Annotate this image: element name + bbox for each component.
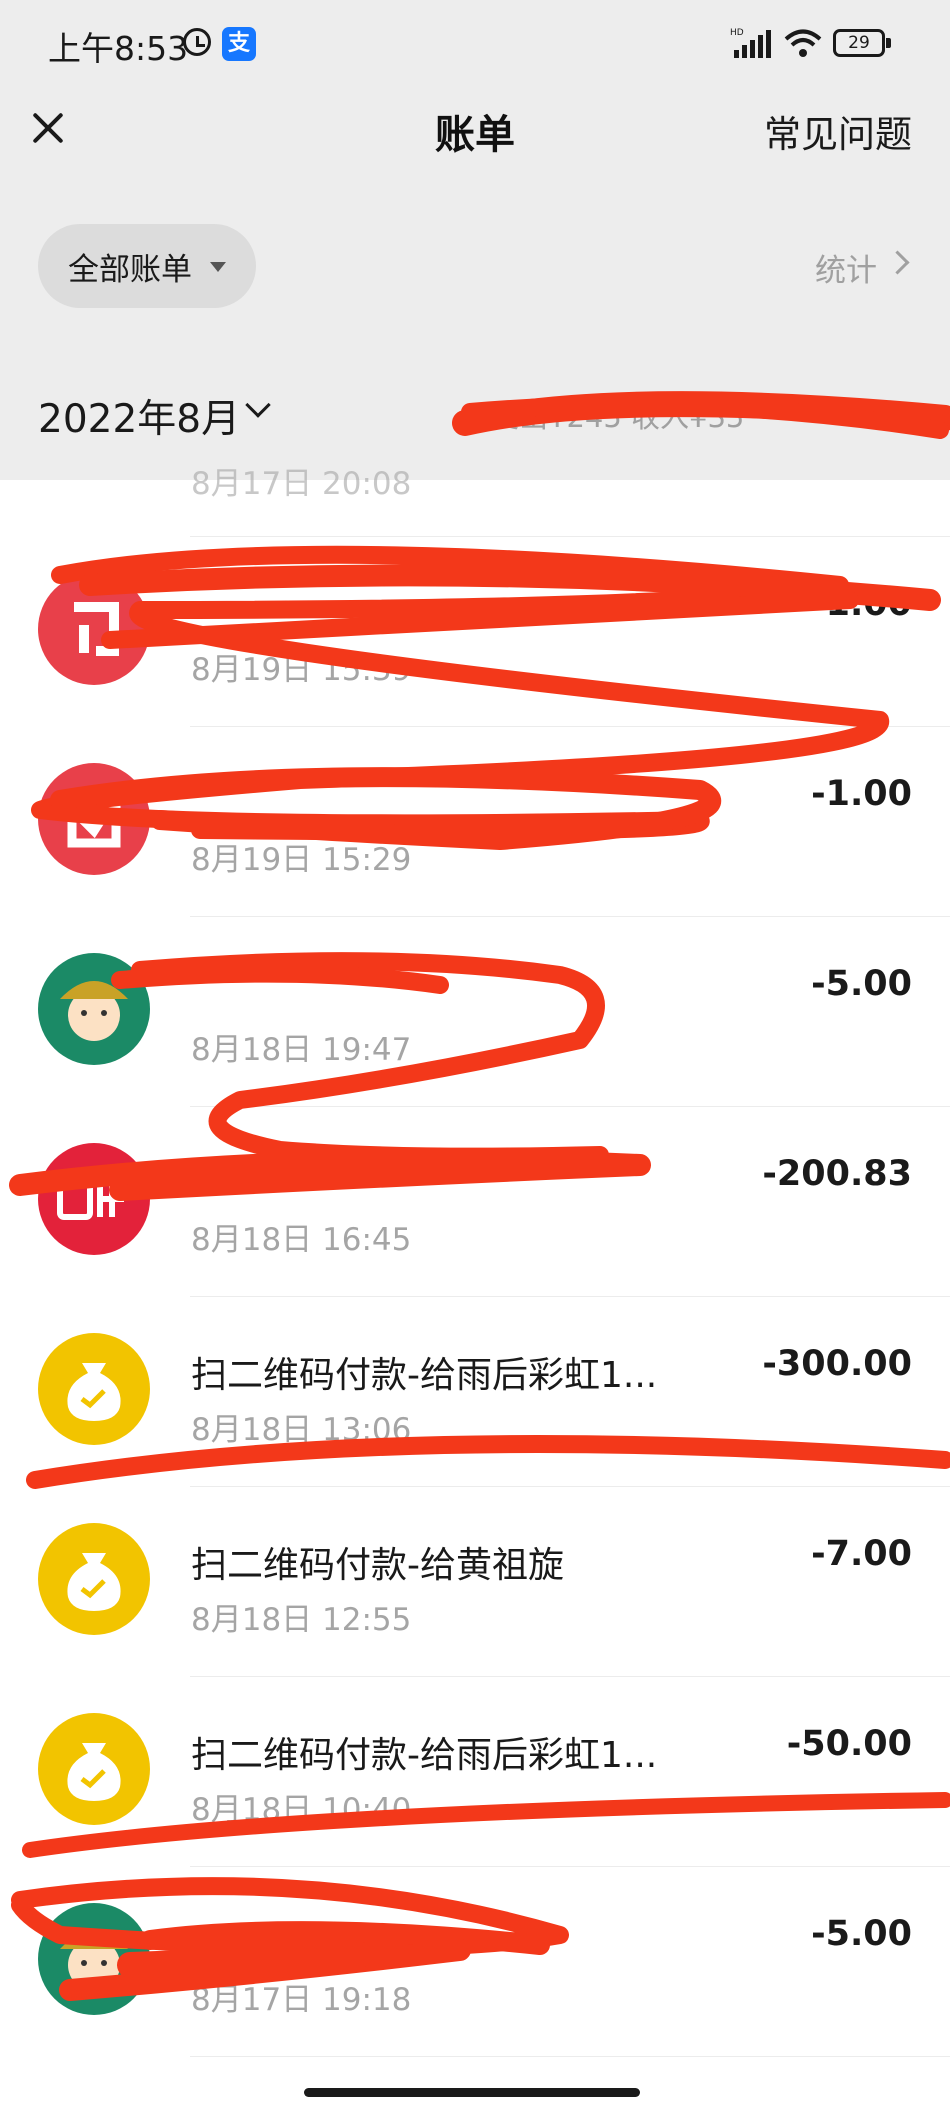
alipay-icon: 支 (222, 27, 256, 61)
wifi-icon (784, 29, 822, 57)
month-summary: 支出¥245 收入¥35 (490, 400, 745, 434)
partial-row-time: 8月17日 20:08 (191, 466, 412, 502)
transaction-row[interactable] (0, 726, 950, 916)
stats-link[interactable]: 统计 (815, 245, 877, 290)
home-indicator[interactable] (304, 2088, 640, 2097)
faq-link[interactable]: 常见问题 (720, 104, 912, 158)
transaction-row[interactable] (0, 1486, 950, 1676)
transaction-row[interactable] (0, 1676, 950, 1866)
status-time: 上午8:53 (48, 29, 189, 68)
transaction-row[interactable] (0, 1106, 950, 1296)
caret-down-icon (210, 262, 226, 272)
month-selector[interactable]: 2022年8月 (38, 388, 240, 444)
signal-icon: HD (730, 28, 771, 58)
svg-text:HD: HD (730, 28, 744, 38)
battery-tip (886, 38, 891, 48)
transaction-row[interactable] (0, 1296, 950, 1486)
row-divider (190, 2056, 950, 2057)
transaction-row[interactable] (0, 536, 950, 726)
all-bills-label: 全部账单 (68, 252, 192, 288)
alarm-clock-icon (183, 28, 211, 56)
battery-icon: 29 (833, 29, 885, 57)
transaction-row[interactable] (0, 916, 950, 1106)
transaction-row[interactable] (0, 1866, 950, 2056)
